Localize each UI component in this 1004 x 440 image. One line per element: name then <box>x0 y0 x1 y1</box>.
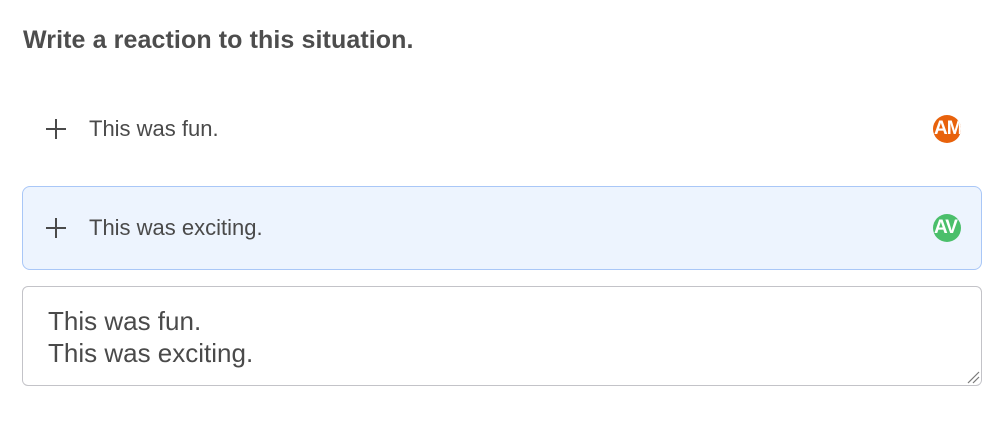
suggestion-text: This was exciting. <box>89 215 263 240</box>
suggestion-item-exciting[interactable]: This was exciting. AV <box>22 186 982 270</box>
plus-icon[interactable] <box>45 118 67 140</box>
prompt-title: Write a reaction to this situation. <box>23 26 414 54</box>
suggestion-text: This was fun. <box>89 116 219 141</box>
avatar: AM <box>933 115 961 143</box>
response-textarea[interactable]: This was fun. This was exciting. <box>22 286 982 386</box>
avatar: AV <box>933 214 961 242</box>
resize-handle-icon[interactable] <box>966 370 980 384</box>
suggestion-item-fun[interactable]: This was fun. AM <box>22 87 982 171</box>
plus-icon[interactable] <box>45 217 67 239</box>
